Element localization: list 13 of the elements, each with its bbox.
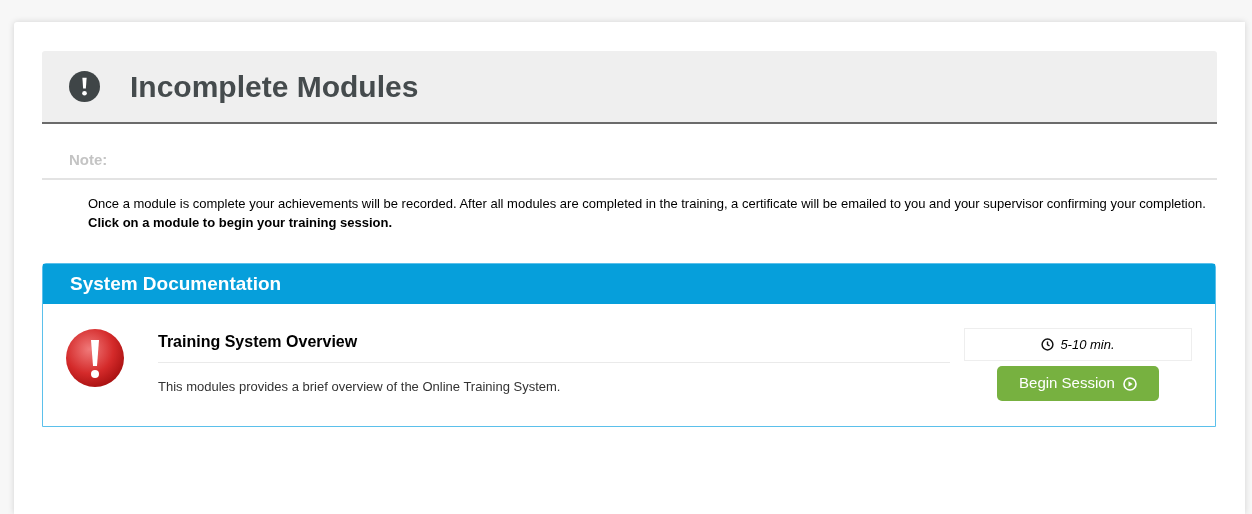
note-label: Note: bbox=[69, 151, 108, 168]
note-instruction: Click on a module to begin your training session. bbox=[88, 214, 394, 232]
alert-icon bbox=[69, 71, 100, 102]
duration-label: 5-10 min. bbox=[964, 328, 1192, 361]
clock-icon bbox=[1041, 338, 1055, 351]
warning-icon bbox=[65, 328, 125, 388]
module-description: This modules provides a brief overview of the Online Training System. bbox=[158, 378, 562, 396]
page-title: Incomplete Modules bbox=[130, 69, 419, 105]
section-title: System Documentation bbox=[70, 271, 282, 296]
play-icon bbox=[1122, 376, 1137, 391]
note-text: Once a module is complete your achievements will be recorded. After all modules are completed in the training, a certificate will be emailed to you and your supervisor confirming your completion. bbox=[88, 195, 1207, 213]
module-title: Training System Overview bbox=[158, 330, 950, 363]
begin-session-button[interactable]: Begin Session bbox=[997, 366, 1159, 401]
